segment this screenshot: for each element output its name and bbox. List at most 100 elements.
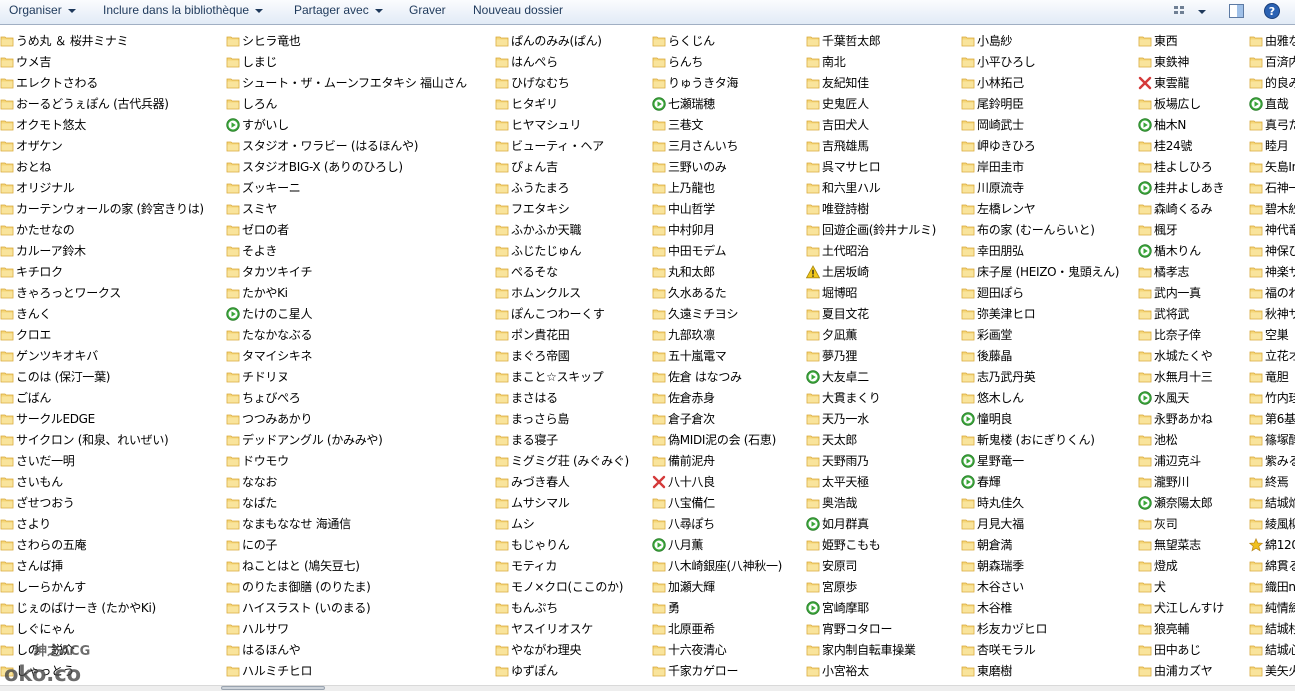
- folder-item[interactable]: 姫野こもも: [806, 534, 936, 555]
- folder-item[interactable]: はるほんや: [226, 639, 467, 660]
- folder-item[interactable]: 吉田犬人: [806, 114, 936, 135]
- folder-item[interactable]: やながわ理央: [495, 639, 629, 660]
- folder-item[interactable]: 悠木しん: [961, 387, 1119, 408]
- folder-item[interactable]: もじゃりん: [495, 534, 629, 555]
- folder-item[interactable]: 尾鈴明臣: [961, 93, 1119, 114]
- folder-item[interactable]: 結城杉: [1249, 618, 1295, 639]
- folder-item[interactable]: 楯木りん: [1138, 240, 1224, 261]
- folder-item[interactable]: 瀧野川: [1138, 471, 1224, 492]
- folder-item[interactable]: ごばん: [0, 387, 204, 408]
- folder-item[interactable]: 由浦カズヤ: [1138, 660, 1224, 681]
- folder-item[interactable]: 三野いのみ: [652, 156, 782, 177]
- folder-item[interactable]: 碧木紗: [1249, 198, 1295, 219]
- folder-item[interactable]: シヒラ竜也: [226, 30, 467, 51]
- folder-item[interactable]: 星野竜一: [961, 450, 1119, 471]
- folder-item[interactable]: たなかなぶる: [226, 324, 467, 345]
- folder-item[interactable]: 宵野コタロー: [806, 618, 936, 639]
- folder-item[interactable]: 綿120: [1249, 534, 1295, 555]
- folder-item[interactable]: 十六夜清心: [652, 639, 782, 660]
- folder-item[interactable]: 三巷文: [652, 114, 782, 135]
- folder-item[interactable]: サークルEDGE: [0, 408, 204, 429]
- folder-item[interactable]: 床子屋 (HEIZO・鬼頭えん): [961, 261, 1120, 282]
- folder-item[interactable]: モティカ: [495, 555, 629, 576]
- folder-item[interactable]: 史鬼匠人: [806, 93, 936, 114]
- folder-item[interactable]: 結城焔: [1249, 492, 1295, 513]
- folder-item[interactable]: 岸田圭市: [961, 156, 1119, 177]
- folder-item[interactable]: 福のれ: [1249, 282, 1295, 303]
- folder-item[interactable]: たけのこ星人: [226, 303, 467, 324]
- folder-item[interactable]: ゲンツキオキバ: [0, 345, 204, 366]
- folder-item[interactable]: すがいし: [226, 114, 467, 135]
- folder-item[interactable]: 三月さんいち: [652, 135, 782, 156]
- folder-item[interactable]: かたせなの: [0, 219, 204, 240]
- folder-item[interactable]: 憧明良: [961, 408, 1119, 429]
- folder-item[interactable]: 杉友カヅヒロ: [961, 618, 1119, 639]
- folder-item[interactable]: しゃっとう: [0, 660, 204, 681]
- folder-item[interactable]: 加瀬大輝: [652, 576, 782, 597]
- folder-item[interactable]: 中山哲学: [652, 198, 782, 219]
- share-with-menu-button[interactable]: Partager avec: [294, 0, 383, 22]
- folder-item[interactable]: 百済内: [1249, 51, 1295, 72]
- horizontal-scrollbar[interactable]: [0, 685, 1295, 691]
- folder-item[interactable]: 佐倉赤身: [652, 387, 782, 408]
- folder-item[interactable]: 備前泥舟: [652, 450, 782, 471]
- folder-item[interactable]: はんぺら: [495, 51, 629, 72]
- folder-item[interactable]: ズッキーニ: [226, 177, 467, 198]
- folder-item[interactable]: ハルサワ: [226, 618, 467, 639]
- folder-item[interactable]: 宮原歩: [806, 576, 936, 597]
- folder-item[interactable]: 夢乃狸: [806, 345, 936, 366]
- folder-item[interactable]: ちょびぺろ: [226, 387, 467, 408]
- folder-item[interactable]: りゅうきタ海: [652, 72, 782, 93]
- folder-item[interactable]: 丸和太郎: [652, 261, 782, 282]
- folder-item[interactable]: 無望菜志: [1138, 534, 1224, 555]
- folder-item[interactable]: まっさら島: [495, 408, 629, 429]
- folder-item[interactable]: このは (保汀一葉): [0, 366, 204, 387]
- folder-item[interactable]: 犬: [1138, 576, 1224, 597]
- folder-item[interactable]: 志乃武丹英: [961, 366, 1119, 387]
- organize-menu-button[interactable]: Organiser: [9, 0, 76, 22]
- folder-item[interactable]: 篠塚醇: [1249, 429, 1295, 450]
- folder-item[interactable]: 七瀬瑞穂: [652, 93, 782, 114]
- folder-item[interactable]: エレクトさわる: [0, 72, 204, 93]
- include-library-menu-button[interactable]: Inclure dans la bibliothèque: [103, 0, 264, 22]
- folder-item[interactable]: 後藤晶: [961, 345, 1119, 366]
- folder-item[interactable]: 杏咲モラル: [961, 639, 1119, 660]
- folder-item[interactable]: ゼロの者: [226, 219, 467, 240]
- folder-item[interactable]: ぱんのみみ(ぱん): [495, 30, 629, 51]
- folder-item[interactable]: 小林拓己: [961, 72, 1119, 93]
- folder-item[interactable]: にの子: [226, 534, 467, 555]
- folder-item[interactable]: 中村卯月: [652, 219, 782, 240]
- folder-item[interactable]: おーるどうぇぽん (古代兵器): [0, 93, 204, 114]
- folder-item[interactable]: ムサシマル: [495, 492, 629, 513]
- folder-item[interactable]: 堀博昭: [806, 282, 936, 303]
- preview-pane-button[interactable]: [1228, 1, 1246, 21]
- folder-item[interactable]: 布の家 (むーんらいと): [961, 219, 1119, 240]
- folder-item[interactable]: 奥浩哉: [806, 492, 936, 513]
- folder-item[interactable]: 楓牙: [1138, 219, 1224, 240]
- folder-item[interactable]: 弥美津ヒロ: [961, 303, 1119, 324]
- folder-item[interactable]: 犬江しんすけ: [1138, 597, 1224, 618]
- folder-item[interactable]: らくじん: [652, 30, 782, 51]
- folder-item[interactable]: さわらの五庵: [0, 534, 204, 555]
- folder-item[interactable]: 八木崎銀座(八神秋一): [652, 555, 782, 576]
- folder-item[interactable]: 和六里ハル: [806, 177, 936, 198]
- folder-item[interactable]: もんぷち: [495, 597, 629, 618]
- folder-item[interactable]: 唯登詩樹: [806, 198, 936, 219]
- folder-item[interactable]: 神保ひ: [1249, 240, 1295, 261]
- folder-item[interactable]: ドウモウ: [226, 450, 467, 471]
- folder-item[interactable]: ねことはと (鳩矢豆七): [226, 555, 467, 576]
- folder-item[interactable]: 桂井よしあき: [1138, 177, 1225, 198]
- folder-item[interactable]: スミヤ: [226, 198, 467, 219]
- folder-item[interactable]: おとね: [0, 156, 204, 177]
- folder-item[interactable]: 燈成: [1138, 555, 1224, 576]
- folder-item[interactable]: 神楽サ: [1249, 261, 1295, 282]
- folder-item[interactable]: 宮崎摩耶: [806, 597, 936, 618]
- folder-item[interactable]: 綿貫る: [1249, 555, 1295, 576]
- folder-item[interactable]: 美矢火: [1249, 660, 1295, 681]
- folder-item[interactable]: ハイスラスト (いのまる): [226, 597, 467, 618]
- folder-item[interactable]: 倉子倉次: [652, 408, 782, 429]
- folder-item[interactable]: 田中あじ: [1138, 639, 1224, 660]
- folder-item[interactable]: 上乃龍也: [652, 177, 782, 198]
- folder-item[interactable]: 佐倉 はなつみ: [652, 366, 782, 387]
- folder-item[interactable]: 春輝: [961, 471, 1119, 492]
